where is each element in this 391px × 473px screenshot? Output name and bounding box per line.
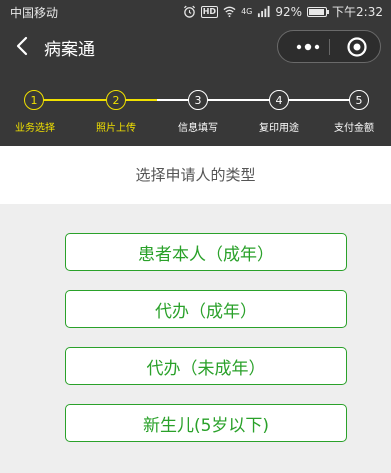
progress-steps: 1 业务选择 2 照片上传 3 信息填写 4 复印用途 5 支付金额 — [0, 70, 391, 146]
clock: 下午2:32 — [332, 5, 383, 19]
battery-percent: 92% — [275, 4, 303, 19]
status-icons: HD 4G 92% 下午2:32 — [183, 3, 383, 20]
step-5-label: 支付金额 — [334, 123, 374, 134]
step-1-label: 业务选择 — [15, 123, 55, 134]
mini-program-capsule — [277, 30, 381, 63]
step-4-circle: 4 — [269, 90, 289, 110]
status-bar: 中国移动 HD 4G 92% 下午2:32 — [0, 0, 391, 24]
step-3-label: 信息填写 — [178, 123, 218, 134]
option-patient-self-adult[interactable]: 患者本人（成年） — [65, 233, 347, 271]
step-2-circle: 2 — [106, 90, 126, 110]
carrier-name: 中国移动 — [10, 6, 59, 20]
battery-icon — [307, 6, 330, 17]
nav-bar: 病案通 — [0, 24, 391, 70]
step-connector — [34, 99, 116, 101]
back-button[interactable] — [12, 35, 34, 57]
hd-badge: HD — [200, 5, 219, 18]
step-4-label: 复印用途 — [259, 123, 299, 134]
option-newborn[interactable]: 新生儿(5岁以下) — [65, 404, 347, 442]
more-button[interactable] — [288, 31, 328, 62]
step-connector — [116, 99, 198, 101]
more-dots-icon — [296, 43, 320, 50]
step-5-circle: 5 — [349, 90, 369, 110]
wifi-icon — [223, 6, 236, 18]
step-2-label: 照片上传 — [96, 123, 136, 134]
battery-fill — [309, 8, 325, 15]
option-agent-adult[interactable]: 代办（成年） — [65, 290, 347, 328]
target-circle-icon — [347, 36, 367, 57]
chevron-left-icon — [16, 36, 28, 56]
step-connector — [279, 99, 359, 101]
network-type-badge: 4G — [241, 6, 253, 16]
capsule-divider — [329, 39, 330, 55]
page-title: 病案通 — [44, 40, 95, 60]
section-prompt: 选择申请人的类型 — [0, 146, 391, 204]
step-1-circle: 1 — [24, 90, 44, 110]
option-agent-minor[interactable]: 代办（未成年） — [65, 347, 347, 385]
close-button[interactable] — [334, 31, 380, 62]
step-3-circle: 3 — [188, 90, 208, 110]
step-connector — [198, 99, 279, 101]
signal-icon — [258, 5, 270, 18]
alarm-icon — [183, 5, 195, 18]
